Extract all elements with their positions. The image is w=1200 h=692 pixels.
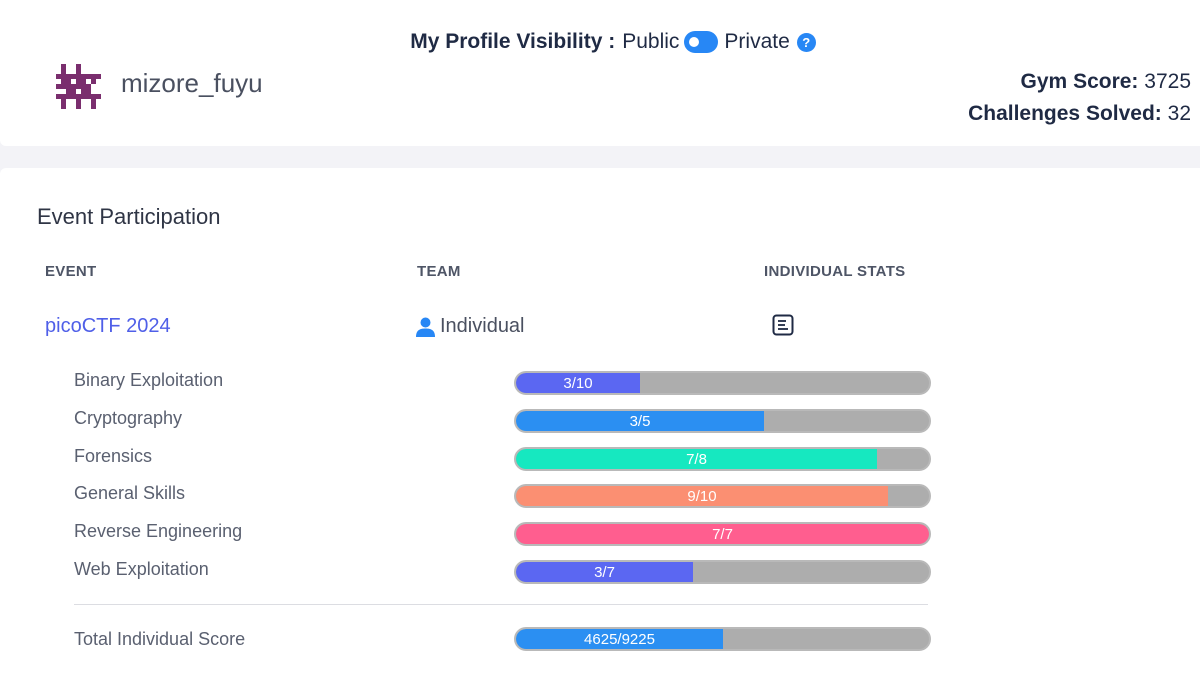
help-icon[interactable]: ? bbox=[796, 32, 816, 52]
gym-score-label: Gym Score: bbox=[1020, 70, 1139, 93]
total-score-bar: 4625/9225 bbox=[514, 627, 931, 651]
total-score-text: 4625/9225 bbox=[584, 630, 655, 648]
team-cell: Individual bbox=[416, 315, 525, 338]
category-progress-bar: 3/5 bbox=[514, 409, 931, 433]
person-icon bbox=[416, 317, 435, 337]
visibility-toggle[interactable] bbox=[684, 31, 719, 53]
category-progress-bar: 7/7 bbox=[514, 522, 931, 546]
event-participation-card: Event Participation EVENT TEAM INDIVIDUA… bbox=[0, 168, 1200, 692]
category-progress-bar: 3/10 bbox=[514, 371, 931, 395]
section-title: Event Participation bbox=[37, 204, 221, 229]
gym-score-value: 3725 bbox=[1144, 70, 1191, 93]
avatar bbox=[56, 64, 101, 109]
column-header-event: EVENT bbox=[45, 263, 97, 280]
category-label: Forensics bbox=[74, 446, 153, 466]
category-progress-text: 3/5 bbox=[629, 412, 651, 430]
profile-stats: Gym Score: 3725 Challenges Solved: 32 bbox=[968, 66, 1191, 130]
team-name: Individual bbox=[440, 315, 525, 337]
category-label: Reverse Engineering bbox=[74, 521, 243, 541]
category-progress-text: 3/7 bbox=[594, 563, 615, 581]
profile-header: mizore_fuyu My Profile Visibility : Publ… bbox=[0, 0, 1200, 146]
category-label: Web Exploitation bbox=[74, 559, 209, 579]
category-progress-text: 7/8 bbox=[686, 450, 707, 468]
private-label: Private bbox=[724, 30, 790, 53]
event-link[interactable]: picoCTF 2024 bbox=[45, 315, 171, 338]
challenges-label: Challenges Solved: bbox=[968, 102, 1162, 125]
category-progress-text: 9/10 bbox=[687, 487, 717, 505]
category-label: Binary Exploitation bbox=[74, 370, 224, 390]
public-label: Public bbox=[622, 30, 680, 53]
category-progress-text: 3/10 bbox=[563, 374, 593, 392]
visibility-label: My Profile Visibility : bbox=[410, 30, 616, 53]
gym-score: Gym Score: 3725 bbox=[968, 66, 1191, 98]
category-label: General Skills bbox=[74, 483, 186, 503]
category-label: Cryptography bbox=[74, 408, 183, 428]
divider bbox=[74, 604, 928, 605]
column-header-stats: INDIVIDUAL STATS bbox=[764, 263, 906, 280]
column-header-team: TEAM bbox=[417, 263, 461, 280]
challenges-solved: Challenges Solved: 32 bbox=[968, 98, 1191, 130]
category-progress-bar: 7/8 bbox=[514, 447, 931, 471]
username: mizore_fuyu bbox=[121, 68, 263, 98]
profile-visibility: My Profile Visibility : Public Private ? bbox=[0, 30, 1200, 54]
document-icon[interactable] bbox=[772, 314, 794, 336]
challenges-value: 32 bbox=[1167, 102, 1191, 125]
category-progress-bar: 9/10 bbox=[514, 484, 931, 508]
category-progress-bar: 3/7 bbox=[514, 560, 931, 584]
total-score-label: Total Individual Score bbox=[74, 629, 246, 649]
category-progress-text: 7/7 bbox=[712, 525, 733, 543]
